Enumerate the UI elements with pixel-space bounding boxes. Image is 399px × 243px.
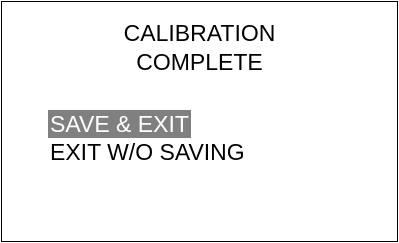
device-display: CALIBRATION COMPLETE SAVE & EXIT EXIT W/… [1,1,398,242]
menu-list: SAVE & EXIT EXIT W/O SAVING [48,110,247,166]
screen-title-line-1: CALIBRATION [123,20,276,46]
menu-item-exit-without-saving[interactable]: EXIT W/O SAVING [48,138,247,166]
screen-title-line-2: COMPLETE [136,49,263,75]
menu-item-save-and-exit[interactable]: SAVE & EXIT [48,110,191,138]
